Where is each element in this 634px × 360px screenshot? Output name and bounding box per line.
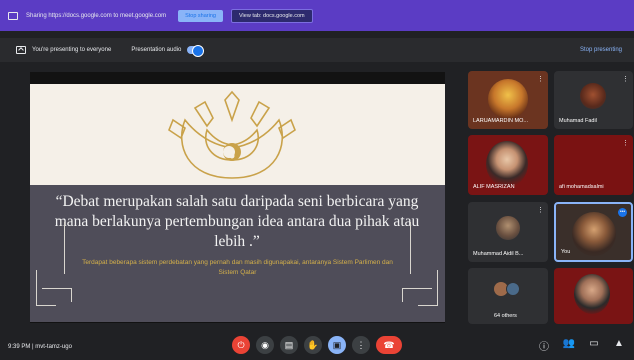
slide-rule-left: [64, 222, 65, 274]
stop-sharing-button[interactable]: Stop sharing: [178, 9, 223, 22]
call-controls: ⏻ ◉ ▤ ✋ ▣ ⋮ ☎: [232, 336, 402, 354]
presenting-text: You're presenting to everyone: [32, 47, 112, 53]
slide-quote: “Debat merupakan salah satu daripada sen…: [54, 193, 420, 250]
speaking-indicator-icon: •••: [618, 208, 627, 217]
others-tile[interactable]: 64 others: [468, 268, 548, 324]
participant-name: LARUAMARDIN MO...: [473, 118, 529, 124]
camera-icon: ◉: [261, 339, 269, 350]
present-now-button[interactable]: ▣: [328, 336, 346, 354]
mic-off-icon: ⋮: [622, 76, 629, 83]
others-count: 64 others: [494, 313, 517, 319]
more-vert-icon: ⋮: [356, 339, 366, 350]
participant-name: Muhamad Fadil: [559, 118, 597, 124]
participant-tile[interactable]: afi mohamadsalmi ⋮: [554, 135, 633, 195]
mic-off-icon: ⏻: [237, 339, 245, 350]
present-screen-icon: [16, 46, 26, 54]
presentation-audio-toggle[interactable]: [187, 45, 205, 57]
participant-name: Muhammad Aidil B...: [473, 251, 524, 257]
mic-off-icon: ⋮: [537, 207, 544, 214]
slide-corner-right-inner: [402, 288, 432, 302]
sharing-text: Sharing https://docs.google.com to meet.…: [26, 12, 167, 19]
slide-rule-right: [410, 222, 411, 274]
participant-name: You: [561, 249, 571, 255]
meeting-details: 9:39 PM | mvt-tamz-ugo: [8, 344, 72, 350]
mic-toggle-button[interactable]: ⏻: [232, 336, 250, 354]
mic-off-icon: ⋮: [622, 140, 629, 147]
info-icon[interactable]: ⓘ: [537, 338, 551, 353]
activities-icon[interactable]: ▲: [612, 338, 626, 353]
participant-tile[interactable]: LARUAMARDIN MO... ⋮: [468, 71, 548, 129]
participant-tile[interactable]: ALIF MASRIZAN: [468, 135, 548, 195]
self-view-tile[interactable]: You •••: [554, 202, 633, 262]
raise-hand-button[interactable]: ✋: [304, 336, 322, 354]
captions-icon: ▤: [284, 339, 294, 350]
side-controls: ⓘ 👥 ▭ ▲: [537, 338, 626, 353]
participant-name: afi mohamadsalmi: [559, 184, 604, 190]
participant-tile[interactable]: Muhamad Fadil ⋮: [554, 71, 633, 129]
participant-name: ALIF MASRIZAN: [473, 184, 515, 190]
view-tab-button[interactable]: View tab: docs.google.com: [230, 8, 313, 23]
camera-toggle-button[interactable]: ◉: [256, 336, 274, 354]
hand-icon: ✋: [307, 339, 319, 350]
people-icon[interactable]: 👥: [562, 338, 576, 353]
phone-hangup-icon: ☎: [383, 339, 395, 350]
chat-icon[interactable]: ▭: [587, 338, 601, 353]
mandala-ornament-icon: [168, 90, 296, 179]
participant-tile[interactable]: Muhammad Aidil B... ⋮: [468, 202, 548, 262]
mic-off-icon: ⋮: [537, 76, 544, 83]
stop-presenting-button[interactable]: Stop presenting: [580, 47, 622, 53]
meet-window: Sharing https://docs.google.com to meet.…: [0, 0, 634, 360]
leave-call-button[interactable]: ☎: [376, 336, 402, 354]
more-options-button[interactable]: ⋮: [352, 336, 370, 354]
participant-tile[interactable]: [554, 268, 633, 324]
presenting-bar: You're presenting to everyone Presentati…: [0, 38, 634, 62]
presentation-audio-label: Presentation audio: [131, 47, 182, 53]
captions-button[interactable]: ▤: [280, 336, 298, 354]
slide-corner-left-inner: [42, 288, 72, 302]
tab-share-icon: [8, 11, 18, 20]
present-icon: ▣: [332, 339, 342, 350]
sharing-bar: Sharing https://docs.google.com to meet.…: [0, 0, 634, 31]
slide-subquote: Terdapat beberapa sistem perdebatan yang…: [82, 259, 393, 276]
